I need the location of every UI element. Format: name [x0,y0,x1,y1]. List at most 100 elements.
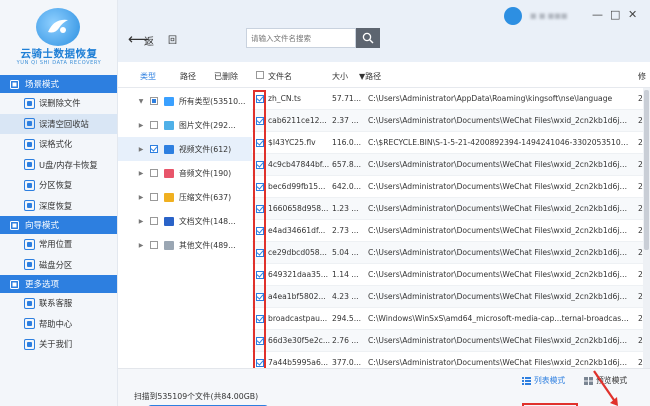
maximize-button[interactable]: □ [610,8,620,21]
sidebar-item[interactable]: 磁盘分区 [0,255,117,276]
table-row[interactable]: $I43YC25.flv 116.0... C:\$RECYCLE.BIN\S-1-… [252,132,650,154]
sidebar-section-header: 场景模式 [0,75,117,93]
tab-path[interactable]: 路径 [180,71,196,82]
sidebar-item[interactable]: 深度恢复 [0,196,117,217]
table-row[interactable]: cab6211ce12... 2.37 ... C:\Users\Administr… [252,110,650,132]
vertical-scrollbar[interactable] [643,88,650,368]
column-modified[interactable]: 修 [638,71,646,82]
footer: 扫描到535109个文件(共84.00GB) 列表模式 预览模式 [118,368,650,406]
expand-toggle-icon[interactable]: ▶ [136,170,146,177]
expand-toggle-icon[interactable]: ▶ [136,218,146,225]
table-row[interactable]: 4c9cb47844bf... 657.8... C:\Users\Administ… [252,154,650,176]
table-row[interactable]: zh_CN.ts 57.71... C:\Users\Administrator\A… [252,88,650,110]
table-row[interactable]: a4ea1bf5802... 4.23 ... C:\Users\Administr… [252,286,650,308]
tree-item-label: 文档文件(148... [179,216,236,226]
sidebar-item[interactable]: 联系客服 [0,293,117,314]
column-name[interactable]: 文件名 [268,71,292,82]
tree-item-label: 所有类型(53510... [179,96,246,106]
wizard-mode-icon [10,220,19,230]
scrollbar-thumb[interactable] [644,90,649,250]
column-path[interactable]: ▼路径 [359,71,381,82]
sidebar-item-icon [24,138,35,150]
file-size-cell: 4.23 ... [332,292,359,301]
sidebar-section-header: 向导模式 [0,216,117,234]
tree-header: 类型 路径 已删除 [118,62,252,88]
column-size[interactable]: 大小 [332,71,348,82]
file-name-cell: ce29dbcd058... [268,248,327,257]
app-logo-icon [36,8,80,46]
table-row[interactable]: e4ad34661df... 2.73 ... C:\Users\Administr… [252,220,650,242]
tree-item-checkbox[interactable] [150,241,158,249]
file-size-cell: 2.37 ... [332,116,359,125]
tree-item-checkbox[interactable] [150,169,158,177]
table-row[interactable]: broadcastpau... 294.5... C:\Windows\WinSxS… [252,308,650,330]
table-row[interactable]: 649321daa35... 1.14 ... C:\Users\Administr… [252,264,650,286]
file-path-cell: C:\Users\Administrator\Documents\WeChat … [368,358,630,367]
tree-item-label: 图片文件(292... [179,120,236,130]
user-avatar[interactable] [504,7,522,25]
tree-item-label: 其他文件(489... [179,240,236,250]
table-row[interactable]: 66d3e30f5e2c... 2.76 ... C:\Users\Administ… [252,330,650,352]
file-type-icon [164,216,174,226]
table-row[interactable]: 1660658d958... 1.23 ... C:\Users\Administr… [252,198,650,220]
sidebar-item-icon [24,159,35,171]
search-button[interactable] [356,28,380,48]
sidebar-item[interactable]: 分区恢复 [0,175,117,196]
table-row[interactable]: bec6d99fb15... 642.0... C:\Users\Administr… [252,176,650,198]
file-name-cell: 1660658d958... [268,204,329,213]
file-name-cell: 4c9cb47844bf... [268,160,330,169]
table-row[interactable]: ce29dbcd058... 5.04 ... C:\Users\Administr… [252,242,650,264]
tree-item-checkbox[interactable] [150,217,158,225]
file-type-icon [164,144,174,154]
tree-item-checkbox[interactable] [150,97,158,105]
tab-type[interactable]: 类型 [140,71,156,82]
tab-deleted[interactable]: 已删除 [214,71,238,82]
minimize-button[interactable]: — [592,8,603,21]
expand-toggle-icon[interactable]: ▶ [136,242,146,249]
sidebar-item-icon [24,97,35,109]
sidebar-item[interactable]: 常用位置 [0,234,117,255]
sidebar-item-label: 误格式化 [39,139,73,150]
sidebar-item[interactable]: 误格式化 [0,134,117,155]
sidebar-sections: 场景模式误删除文件误清空回收站误格式化 U盘/内存卡恢复 分区恢复 深度恢复 向导模式常… [0,75,117,355]
file-size-cell: 2.73 ... [332,226,359,235]
tree-item[interactable]: ▶ 压缩文件(637) [118,185,252,209]
sidebar-item-label: 误删除文件 [39,98,81,109]
sidebar-item[interactable]: 误清空回收站 [0,113,117,134]
sidebar-item-label: 关于我们 [39,339,73,350]
file-size-cell: 294.5... [332,314,361,323]
file-name-cell: 7a44b5995a6... [268,358,329,367]
file-path-cell: C:\Users\Administrator\Documents\WeChat … [368,182,630,191]
search-input[interactable] [246,28,356,48]
tree-item-checkbox[interactable] [150,145,158,153]
expand-toggle-icon[interactable]: ▶ [136,194,146,201]
tree-item[interactable]: ▶ 视频文件(612) [118,137,252,161]
sidebar-item-icon [24,259,35,271]
expand-toggle-icon[interactable]: ▶ [136,122,146,129]
sidebar-item[interactable]: U盘/内存卡恢复 [0,155,117,176]
sidebar-item[interactable]: 帮助中心 [0,314,117,335]
tree-item[interactable]: ▼ 所有类型(53510... [118,89,252,113]
tree-item[interactable]: ▶ 图片文件(292... [118,113,252,137]
list-view-button[interactable]: 列表模式 [522,375,565,386]
select-all-checkbox[interactable] [256,71,264,79]
tree-item-label: 压缩文件(637) [179,192,232,202]
tree-item[interactable]: ▶ 音频文件(190) [118,161,252,185]
expand-toggle-icon[interactable]: ▼ [136,98,146,105]
file-path-cell: C:\Users\Administrator\Documents\WeChat … [368,270,630,279]
file-path-cell: C:\Windows\WinSxS\amd64_microsoft-media-… [368,314,630,323]
back-button[interactable]: 返 [144,33,154,48]
home-button[interactable]: 回 [168,33,177,46]
file-size-cell: 1.23 ... [332,204,359,213]
highlight-checkbox-column [253,90,266,372]
sidebar-item[interactable]: 关于我们 [0,334,117,355]
sidebar-item-icon [24,338,35,350]
close-button[interactable]: ✕ [628,8,637,21]
tree-item[interactable]: ▶ 其他文件(489... [118,233,252,257]
expand-toggle-icon[interactable]: ▶ [136,146,146,153]
tree-item-checkbox[interactable] [150,193,158,201]
tree-item-checkbox[interactable] [150,121,158,129]
sidebar-item[interactable]: 误删除文件 [0,93,117,114]
tree-item[interactable]: ▶ 文档文件(148... [118,209,252,233]
sidebar: 云骑士数据恢复 YUN QI SHI DATA RECOVERY 场景模式 误删除… [0,0,118,406]
